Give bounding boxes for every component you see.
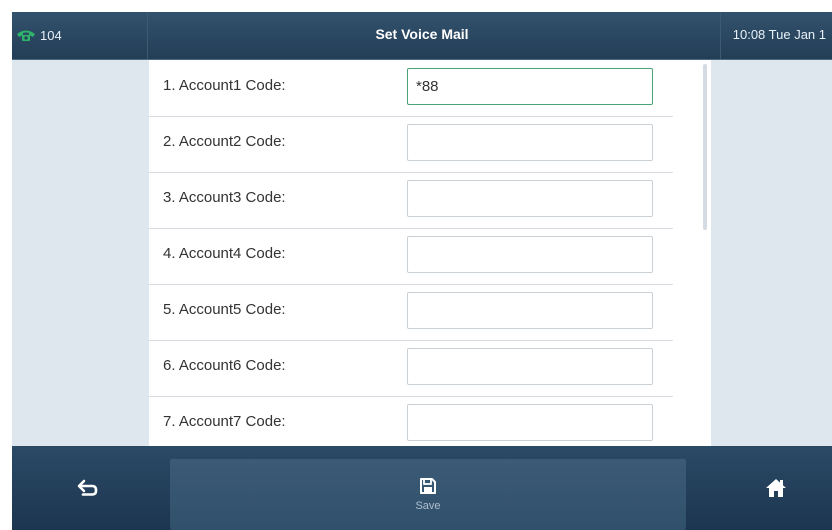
list-item: 4. Account4 Code: — [149, 228, 673, 285]
account5-code-input[interactable] — [407, 292, 653, 329]
back-arrow-icon — [77, 479, 99, 502]
list-item: 1. Account1 Code: — [149, 60, 673, 117]
account2-code-input[interactable] — [407, 124, 653, 161]
field-label: 6. Account6 Code: — [163, 357, 286, 374]
account1-code-input[interactable] — [407, 68, 653, 105]
account7-code-input[interactable] — [407, 404, 653, 441]
account4-code-input[interactable] — [407, 236, 653, 273]
page-title: Set Voice Mail — [375, 26, 469, 42]
account3-code-input[interactable] — [407, 180, 653, 217]
account6-code-input[interactable] — [407, 348, 653, 385]
list-item: 5. Account5 Code: — [149, 284, 673, 341]
save-button[interactable]: Save — [170, 459, 686, 530]
save-floppy-icon — [419, 477, 437, 500]
status-bar: 104 Set Voice Mail 10:08 Tue Jan 1 — [12, 12, 832, 60]
field-label: 4. Account4 Code: — [163, 245, 286, 262]
field-label: 2. Account2 Code: — [163, 133, 286, 150]
field-label: 1. Account1 Code: — [163, 77, 286, 94]
field-label: 3. Account3 Code: — [163, 189, 286, 206]
home-icon — [765, 478, 787, 503]
back-button[interactable] — [48, 462, 128, 518]
list-item: 2. Account2 Code: — [149, 116, 673, 173]
settings-list: 1. Account1 Code: 2. Account2 Code: 3. A… — [149, 60, 711, 446]
save-label: Save — [415, 500, 441, 512]
field-label: 5. Account5 Code: — [163, 301, 286, 318]
list-item: 6. Account6 Code: — [149, 340, 673, 397]
scrollbar[interactable] — [703, 64, 707, 230]
phone-screen: 104 Set Voice Mail 10:08 Tue Jan 1 1. Ac… — [12, 12, 832, 530]
field-label: 7. Account7 Code: — [163, 413, 286, 430]
softkey-bar: Save — [12, 446, 832, 530]
list-item: 7. Account7 Code: — [149, 396, 673, 446]
list-item: 3. Account3 Code: — [149, 172, 673, 229]
clock: 10:08 Tue Jan 1 — [732, 27, 826, 42]
home-button[interactable] — [736, 462, 816, 518]
